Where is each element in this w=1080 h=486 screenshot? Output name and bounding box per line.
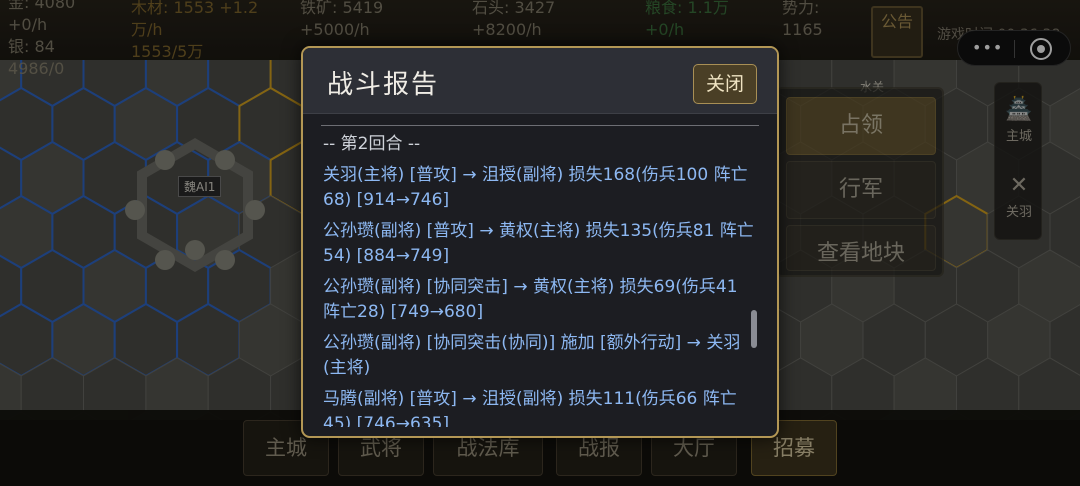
- battle-report-dialog: 战斗报告 关闭 -- 第2回合 -- 关羽(主将) [普攻] → 沮授(副将) …: [301, 46, 779, 438]
- header-divider: [321, 125, 759, 126]
- battle-log[interactable]: -- 第2回合 -- 关羽(主将) [普攻] → 沮授(副将) 损失168(伤兵…: [323, 132, 755, 427]
- log-scrollbar[interactable]: [751, 310, 757, 348]
- log-entry: 公孙瓒(副将) [普攻] → 黄权(主将) 损失135(伤兵81 阵亡54) […: [323, 221, 754, 266]
- log-entry: 公孙瓒(副将) [协同突击(协同)] 施加 [额外行动] → 关羽(主将): [323, 333, 741, 378]
- log-entry: 马腾(副将) [普攻] → 沮授(副将) 损失111(伤兵66 阵亡45) [7…: [323, 389, 737, 427]
- log-entry: 关羽(主将) [普攻] → 沮授(副将) 损失168(伤兵100 阵亡68) […: [323, 165, 748, 210]
- close-button[interactable]: 关闭: [693, 64, 757, 104]
- dialog-title: 战斗报告: [327, 70, 440, 100]
- dialog-header: 战斗报告 关闭: [303, 48, 777, 114]
- round-header: -- 第2回合 --: [323, 134, 421, 154]
- log-entry: 公孙瓒(副将) [协同突击] → 黄权(主将) 损失69(伤兵41 阵亡28) …: [323, 277, 738, 322]
